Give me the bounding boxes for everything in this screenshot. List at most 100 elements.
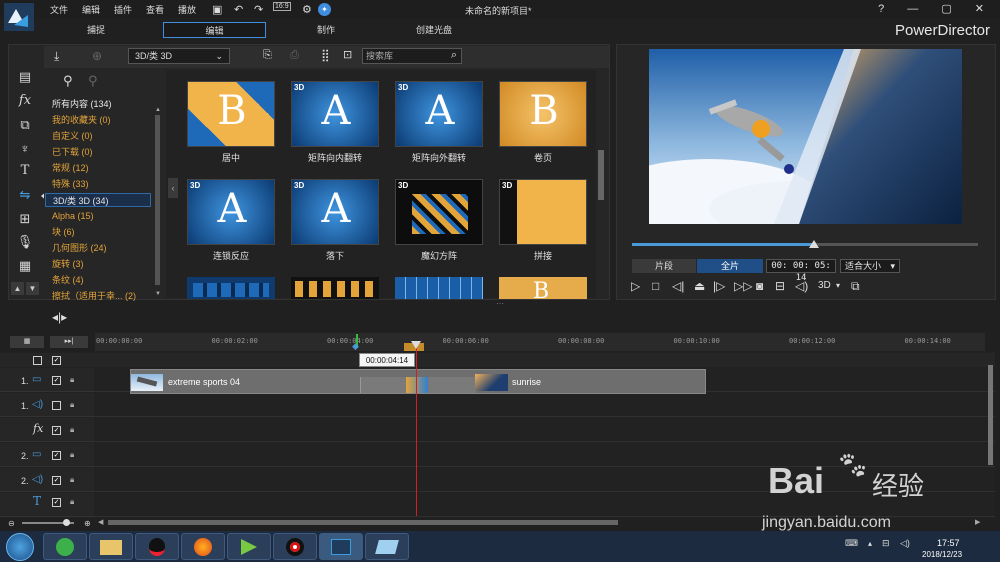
grid-scrollbar[interactable] — [598, 150, 604, 200]
undock-icon[interactable]: ⧉ — [851, 279, 860, 294]
tab-capture[interactable]: 捕捉 — [60, 22, 132, 38]
taskbar-app-qq[interactable] — [135, 533, 179, 560]
tab-create-disc[interactable]: 创建光盘 — [398, 22, 470, 38]
transition-thumbnail[interactable]: B — [499, 81, 587, 147]
taskbar-app-powerdirector[interactable] — [319, 533, 363, 560]
category-scrollbar[interactable] — [155, 115, 160, 285]
collapse-panel-icon[interactable]: ‹ — [168, 178, 178, 198]
grid-view-icon[interactable]: ⣿ — [321, 48, 330, 62]
aspect-ratio-button[interactable]: 16:9 — [273, 2, 291, 11]
thumbnail-partial[interactable] — [291, 277, 379, 299]
thumbnail-size-icon[interactable]: ⊡ — [343, 48, 352, 61]
fit-timeline-icon[interactable]: ◂|▸ — [52, 310, 67, 324]
movie-mode-button[interactable]: 全片 — [697, 259, 763, 273]
thumbnail-partial[interactable] — [395, 277, 483, 299]
download-globe-icon[interactable]: ⊕ — [92, 49, 102, 63]
scroll-up-icon[interactable]: ▲ — [155, 107, 161, 113]
zoom-out-icon[interactable]: ⊖ — [8, 519, 15, 528]
track-enable-checkbox[interactable]: ✓ — [52, 476, 61, 485]
clip-mode-button[interactable]: 片段 — [632, 259, 696, 273]
remove-tag-icon[interactable]: ⚲ — [88, 73, 98, 89]
taskbar-app-firefox[interactable] — [181, 533, 225, 560]
playhead-handle[interactable] — [411, 341, 421, 349]
category-item[interactable]: 3D/类 3D (34) — [45, 193, 151, 207]
menu-view[interactable]: 查看 — [146, 3, 164, 16]
lock-all-checkbox[interactable] — [33, 356, 42, 365]
insert-icon[interactable]: ⎙ — [290, 49, 299, 62]
particle-room-icon[interactable]: ♆ — [10, 141, 40, 161]
lock-icon[interactable]: 🔒︎ — [70, 475, 74, 485]
lock-icon[interactable]: 🔒︎ — [70, 400, 74, 410]
tab-edit[interactable]: 编辑 — [163, 22, 266, 38]
category-item[interactable]: 常规 (12) — [52, 161, 89, 175]
notification-icon[interactable]: ✦ — [318, 3, 331, 16]
category-item[interactable]: 块 (6) — [52, 225, 75, 239]
category-item[interactable]: 旋转 (3) — [52, 257, 84, 271]
stop-icon[interactable]: □ — [652, 279, 659, 293]
effects-room-icon[interactable]: fx — [10, 93, 40, 113]
start-button[interactable] — [6, 533, 34, 561]
3d-mode-button[interactable]: 3D — [818, 280, 831, 291]
transition-thumbnail[interactable]: A 3D — [187, 179, 275, 245]
track-enable-checkbox[interactable]: ✓ — [52, 498, 61, 507]
menu-file[interactable]: 文件 — [50, 3, 68, 16]
resize-handle-icon[interactable]: ⋯ — [496, 299, 504, 308]
undo-icon[interactable]: ↶ — [234, 3, 243, 16]
menu-plugins[interactable]: 插件 — [114, 3, 132, 16]
voice-over-icon[interactable]: 🎙 — [10, 234, 40, 254]
lock-icon[interactable]: 🔒︎ — [70, 450, 74, 460]
redo-icon[interactable]: ↷ — [254, 3, 263, 16]
category-item[interactable]: 所有内容 (134) — [52, 97, 112, 111]
diamond-marker-icon[interactable]: ◆ — [352, 341, 366, 351]
taskbar-app-other[interactable] — [365, 533, 409, 560]
transition-thumbnail[interactable]: A 3D — [395, 81, 483, 147]
collapse-up-icon[interactable]: ▲ — [11, 282, 24, 295]
add-tag-icon[interactable]: ⚲ — [63, 73, 73, 89]
track-enable-checkbox[interactable]: ✓ — [52, 376, 61, 385]
transition-thumbnail[interactable]: A 3D — [291, 81, 379, 147]
audio-mixing-icon[interactable]: ⊞ — [10, 211, 40, 231]
transition-effect-block[interactable] — [406, 377, 428, 393]
menu-edit[interactable]: 编辑 — [82, 3, 100, 16]
taskbar-app-recorder[interactable] — [273, 533, 317, 560]
fast-forward-icon[interactable]: ▷▷ — [734, 279, 752, 293]
seek-handle[interactable] — [809, 240, 820, 248]
playhead[interactable] — [416, 344, 417, 516]
category-item[interactable]: 擦拭（适用于幸... (2) — [52, 289, 136, 303]
scroll-left-icon[interactable]: ◀ — [98, 518, 103, 526]
timeline-vertical-scrollbar[interactable] — [988, 365, 993, 465]
scroll-down-icon[interactable]: ▼ — [155, 291, 161, 297]
previous-frame-icon[interactable]: ◁| — [672, 279, 684, 293]
category-item[interactable]: 自定义 (0) — [52, 129, 93, 143]
zoom-slider-knob[interactable] — [63, 519, 70, 526]
category-item[interactable]: 条纹 (4) — [52, 273, 84, 287]
snapshot-icon[interactable]: ◙ — [756, 279, 763, 293]
transition-thumbnail[interactable]: 3D — [499, 179, 587, 245]
storyboard-view-button[interactable]: ▸▸| — [50, 336, 88, 348]
lock-icon[interactable]: 🔒︎ — [70, 497, 74, 507]
clock-date[interactable]: 2018/12/23 — [922, 550, 962, 559]
taskbar-app-360[interactable] — [43, 533, 87, 560]
chapter-room-icon[interactable]: ▦ — [10, 258, 40, 278]
thumbnail-partial[interactable]: B — [499, 277, 587, 299]
lock-icon[interactable]: 🔒︎ — [70, 375, 74, 385]
category-dropdown[interactable]: 3D/类 3D ⌄ — [128, 48, 230, 64]
track-enable-checkbox[interactable]: ✓ — [52, 426, 61, 435]
pip-room-icon[interactable]: ⧉ — [10, 117, 40, 137]
gear-icon[interactable]: ⚙ — [302, 3, 312, 16]
scroll-right-icon[interactable]: ▶ — [975, 518, 980, 526]
track-enable-checkbox[interactable]: ✓ — [52, 451, 61, 460]
menu-play[interactable]: 播放 — [178, 3, 196, 16]
transition-room-icon[interactable]: ⇋ — [10, 187, 40, 207]
transition-thumbnail[interactable]: B — [187, 81, 275, 147]
next-frame-icon[interactable]: |▷ — [713, 279, 725, 293]
tab-produce[interactable]: 制作 — [290, 22, 362, 38]
zoom-in-icon[interactable]: ⊕ — [84, 519, 91, 528]
category-item[interactable]: 已下载 (0) — [52, 145, 93, 159]
media-room-icon[interactable]: ▤ — [10, 69, 40, 89]
transition-thumbnail[interactable]: 3D — [395, 179, 483, 245]
category-item[interactable]: Alpha (15) — [52, 209, 94, 223]
taskbar-app-explorer[interactable] — [89, 533, 133, 560]
add-to-timeline-icon[interactable]: ⎘ — [263, 49, 272, 62]
title-room-icon[interactable]: T — [10, 163, 40, 183]
